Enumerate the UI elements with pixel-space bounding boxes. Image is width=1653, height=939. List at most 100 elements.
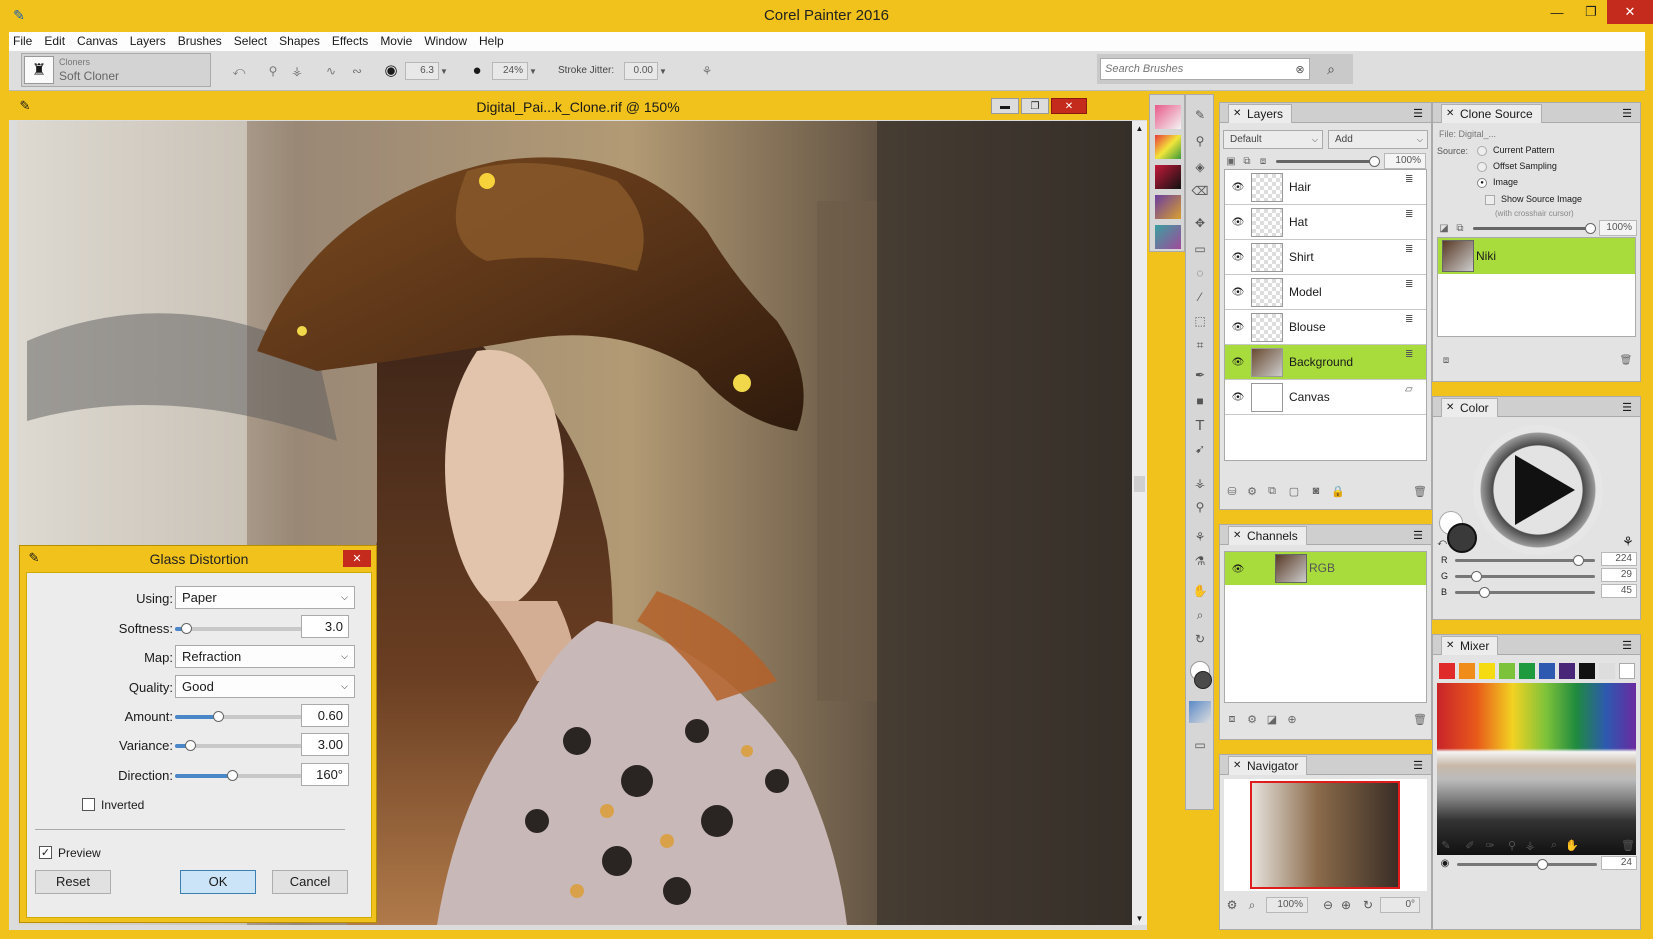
menu-effects[interactable]: Effects — [328, 32, 376, 51]
channel-row-rgb[interactable]: 👁 RGB — [1225, 552, 1426, 585]
layer-opacity-slider[interactable] — [1276, 156, 1380, 167]
mixer-swatch-gray[interactable] — [1599, 663, 1615, 679]
opacity-field[interactable]: 24% — [492, 62, 528, 80]
mixer-swatch-purple[interactable] — [1559, 663, 1575, 679]
doc-minimize-button[interactable]: ▬ — [991, 98, 1019, 114]
cloner-tool-icon[interactable]: ⚶ — [1189, 473, 1211, 493]
grabber-icon[interactable]: ✋ — [1189, 581, 1211, 601]
cancel-button[interactable]: Cancel — [272, 870, 348, 894]
channel-save-icon[interactable]: ⚙ — [1244, 711, 1260, 727]
variance-slider-thumb[interactable] — [185, 740, 196, 751]
size-field[interactable]: 6.3 — [405, 62, 439, 80]
preserve-transparency-icon[interactable]: ▣ — [1224, 154, 1238, 168]
rotate-page-icon[interactable]: ↻ — [1189, 629, 1211, 649]
dialog-close-button[interactable]: ✕ — [343, 550, 371, 567]
clear-mixer-icon[interactable]: 🗑 — [1621, 837, 1635, 853]
look-selector[interactable] — [1155, 225, 1181, 249]
mixer-swatch-orange[interactable] — [1459, 663, 1475, 679]
mixer-swatch-white[interactable] — [1619, 663, 1635, 679]
panel-close-icon[interactable]: ✕ — [1233, 527, 1241, 545]
using-select[interactable]: Paper ⌵ — [175, 586, 355, 609]
mixer-swatch-blue[interactable] — [1539, 663, 1555, 679]
delete-layer-icon[interactable]: 🗑 — [1412, 483, 1428, 499]
channels-tab[interactable]: ✕ Channels — [1228, 526, 1307, 545]
close-button[interactable]: ✕ — [1607, 0, 1653, 24]
image-radio[interactable]: ● — [1477, 178, 1487, 188]
clone-opacity-slider[interactable] — [1473, 223, 1596, 234]
scroll-thumb[interactable] — [1134, 476, 1145, 492]
pick-up-underlying-icon[interactable]: ⧉ — [1240, 154, 1254, 168]
brush-tracking-icon[interactable]: ⚘ — [697, 61, 717, 81]
menu-file[interactable]: File — [9, 32, 40, 51]
mixer-swatch-lightgreen[interactable] — [1499, 663, 1515, 679]
paper-swatch[interactable] — [1189, 701, 1211, 723]
eye-icon[interactable]: 👁 — [1231, 217, 1245, 228]
layer-row-model[interactable]: 👁 Model ≣ — [1225, 275, 1426, 310]
scroll-down-icon[interactable]: ▼ — [1132, 911, 1147, 925]
inverted-checkbox[interactable] — [82, 798, 95, 811]
mixer-size-slider[interactable] — [1457, 859, 1597, 870]
amount-slider[interactable] — [175, 711, 305, 722]
rect-select-icon[interactable]: ▭ — [1189, 239, 1211, 259]
clone-source-icon[interactable]: ⚶ — [287, 61, 307, 81]
panel-close-icon[interactable]: ✕ — [1446, 105, 1454, 123]
navigator-zoom-field[interactable]: 100% — [1266, 897, 1308, 913]
navigator-zoom-icon[interactable]: ⌕ — [1244, 897, 1260, 913]
saturation-value-triangle[interactable] — [1473, 425, 1603, 555]
navigator-settings-icon[interactable]: ⚙ — [1224, 897, 1240, 913]
red-slider-thumb[interactable] — [1573, 555, 1584, 566]
burn-icon[interactable]: ⚗ — [1189, 551, 1211, 571]
paper-selector[interactable] — [1155, 105, 1181, 129]
green-field[interactable]: 29 — [1601, 568, 1637, 582]
mixer-pan-icon[interactable]: ✋ — [1565, 837, 1579, 853]
clone-opacity-thumb[interactable] — [1585, 223, 1596, 234]
softness-slider-thumb[interactable] — [181, 623, 192, 634]
amount-slider-thumb[interactable] — [213, 711, 224, 722]
magnifier-icon[interactable]: ⌕ — [1189, 605, 1211, 625]
layer-row-shirt[interactable]: 👁 Shirt ≣ — [1225, 240, 1426, 275]
rotate-icon[interactable]: ↻ — [1360, 897, 1376, 913]
delete-channel-icon[interactable]: 🗑 — [1412, 711, 1428, 727]
text-tool-icon[interactable]: T — [1189, 415, 1211, 435]
show-source-checkbox[interactable] — [1485, 195, 1495, 205]
dynamic-plugins-icon[interactable]: ⚙ — [1244, 483, 1260, 499]
new-layer-icon[interactable]: ▢ — [1286, 483, 1302, 499]
delete-clone-source-icon[interactable]: 🗑 — [1619, 353, 1633, 367]
eye-icon[interactable]: 👁 — [1231, 564, 1245, 575]
navigator-preview[interactable] — [1224, 779, 1427, 891]
eye-icon[interactable]: 👁 — [1231, 182, 1245, 193]
layer-row-hat[interactable]: 👁 Hat ≣ — [1225, 205, 1426, 240]
softness-field[interactable]: 3.0 — [301, 615, 349, 638]
sample-color-icon[interactable]: ⚲ — [1505, 837, 1519, 853]
panel-menu-icon[interactable]: ☰ — [1619, 637, 1635, 653]
channel-invert-icon[interactable]: ◪ — [1264, 711, 1280, 727]
pattern-selector[interactable] — [1155, 165, 1181, 189]
quality-select[interactable]: Good ⌵ — [175, 675, 355, 698]
variance-slider[interactable] — [175, 740, 305, 751]
apply-color-icon[interactable]: ✐ — [1463, 837, 1477, 853]
preview-checkbox[interactable]: ✓ — [39, 846, 52, 859]
mixer-swatch-black[interactable] — [1579, 663, 1595, 679]
crop-icon[interactable]: ⌗ — [1189, 335, 1211, 355]
mixer-size-field[interactable]: 24 — [1601, 856, 1637, 870]
menu-select[interactable]: Select — [230, 32, 275, 51]
layer-row-hair[interactable]: 👁 Hair ≣ — [1225, 170, 1426, 205]
panel-menu-icon[interactable]: ☰ — [1619, 399, 1635, 415]
rubber-stamp-icon[interactable]: ⚲ — [1189, 497, 1211, 517]
color-picker-icon[interactable]: ⚘ — [1619, 533, 1637, 551]
panel-menu-icon[interactable]: ☰ — [1410, 757, 1426, 773]
menu-layers[interactable]: Layers — [126, 32, 174, 51]
brush-selector[interactable]: ♜ Cloners Soft Cloner — [21, 53, 211, 87]
direction-field[interactable]: 160° — [301, 763, 349, 786]
direction-slider[interactable] — [175, 770, 305, 781]
lock-icon[interactable]: 🔒 — [1330, 483, 1346, 499]
mixer-swatch-red[interactable] — [1439, 663, 1455, 679]
scroll-up-icon[interactable]: ▲ — [1132, 121, 1147, 135]
eye-icon[interactable]: 👁 — [1231, 322, 1245, 333]
layers-tab[interactable]: ✕ Layers — [1228, 104, 1293, 123]
layer-opacity-thumb[interactable] — [1369, 156, 1380, 167]
pen-tool-icon[interactable]: ✒ — [1189, 365, 1211, 385]
panel-menu-icon[interactable]: ☰ — [1410, 105, 1426, 121]
composite-method-select[interactable]: Default ⌵ — [1223, 130, 1323, 149]
magic-wand-icon[interactable]: ⁄ — [1189, 287, 1211, 307]
